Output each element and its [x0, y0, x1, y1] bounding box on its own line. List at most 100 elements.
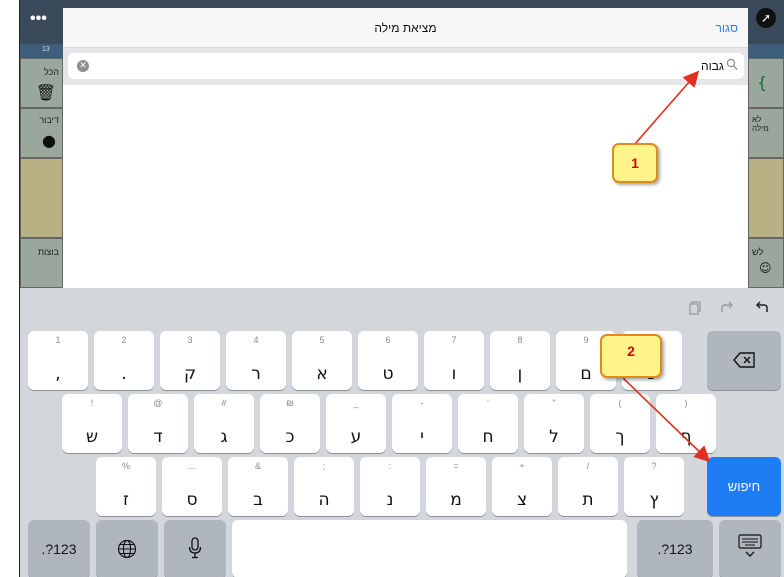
- key-hint: 7: [451, 335, 457, 345]
- numbers-key-left[interactable]: .?123: [28, 520, 90, 577]
- hide-keyboard-icon: [738, 534, 762, 557]
- key-hint: =: [453, 461, 459, 471]
- letter-key[interactable]: ) ף: [656, 394, 716, 453]
- background-cell-right-yellow: [748, 158, 784, 238]
- annotation-callout-1: 1: [612, 143, 658, 183]
- magnifier-icon: [726, 58, 738, 70]
- numbers-key-label: .?123: [657, 541, 693, 557]
- left-margin: [0, 0, 20, 577]
- background-cell-yellow: [20, 158, 63, 238]
- search-input[interactable]: ✕ גבוה: [68, 53, 744, 79]
- key-letter: ס: [186, 490, 198, 510]
- letter-key[interactable]: @ ד: [128, 394, 188, 453]
- letter-key[interactable]: & ב: [228, 457, 288, 516]
- letter-key[interactable]: (ך: [590, 394, 650, 453]
- key-letter: ו: [451, 364, 457, 384]
- modal-title: מציאת מילה: [374, 21, 437, 35]
- more-menu-icon[interactable]: •••: [30, 10, 47, 28]
- key-letter: ש: [85, 427, 99, 447]
- dictation-key[interactable]: [164, 520, 226, 577]
- bracket-icon: {: [757, 73, 768, 92]
- key-letter: מ: [450, 490, 462, 510]
- key-letter: ב: [253, 490, 263, 510]
- key-hint: #: [221, 398, 227, 408]
- redo-icon[interactable]: [717, 298, 737, 318]
- letter-key[interactable]: 4ר: [226, 331, 286, 390]
- close-button[interactable]: סגור: [716, 8, 738, 48]
- key-hint: 6: [385, 335, 391, 345]
- key-hint: &: [254, 461, 261, 471]
- key-hint: %: [121, 461, 130, 471]
- letter-key[interactable]: 8ן: [490, 331, 550, 390]
- hide-keyboard-key[interactable]: [719, 520, 781, 577]
- key-letter: ז: [123, 490, 129, 510]
- letter-key[interactable]: 3ק: [160, 331, 220, 390]
- background-cell-label: לא מילה: [752, 115, 769, 133]
- letter-key[interactable]: # ג: [194, 394, 254, 453]
- key-letter: צ: [516, 490, 528, 510]
- backspace-key[interactable]: [707, 331, 781, 390]
- key-hint: :: [388, 461, 392, 471]
- paste-icon[interactable]: [684, 298, 704, 318]
- letter-key[interactable]: ! ש: [62, 394, 122, 453]
- background-tiny-left: 13: [42, 46, 50, 53]
- key-hint: …: [187, 461, 197, 471]
- key-letter: א: [316, 364, 328, 384]
- letter-key[interactable]: / ת: [558, 457, 618, 516]
- background-cell-groups: בוצות: [20, 238, 63, 288]
- letter-key[interactable]: … ס: [162, 457, 222, 516]
- letter-key[interactable]: 7ו: [424, 331, 484, 390]
- letter-key[interactable]: ₪ כ: [260, 394, 320, 453]
- letter-key[interactable]: 2.: [94, 331, 154, 390]
- letter-key[interactable]: 6ט: [358, 331, 418, 390]
- backspace-icon: [733, 352, 755, 368]
- key-letter: ע: [350, 427, 362, 447]
- letter-key[interactable]: -י: [392, 394, 452, 453]
- search-key-label: חיפוש: [727, 479, 761, 494]
- letter-key[interactable]: = מ: [426, 457, 486, 516]
- letter-key[interactable]: + צ: [492, 457, 552, 516]
- key-letter: ל: [549, 427, 559, 447]
- key-hint: ): [684, 398, 688, 408]
- letter-key[interactable]: _ ע: [326, 394, 386, 453]
- letter-key[interactable]: " ל: [524, 394, 584, 453]
- key-hint: ?: [651, 461, 657, 471]
- undo-icon[interactable]: [752, 298, 772, 318]
- letter-key[interactable]: 5א: [292, 331, 352, 390]
- key-hint: 1: [55, 335, 61, 345]
- numbers-key-right[interactable]: .?123: [637, 520, 713, 577]
- background-cell-all: הכל 🗑: [20, 58, 63, 108]
- key-hint: @: [153, 398, 163, 408]
- key-letter: ג: [220, 427, 228, 447]
- search-key[interactable]: חיפוש: [707, 457, 781, 516]
- keyboard-shortcut-bar: [20, 288, 784, 328]
- search-input-value: גבוה: [701, 59, 724, 73]
- space-bar[interactable]: [232, 520, 627, 577]
- compass-icon[interactable]: ➚: [756, 8, 776, 28]
- results-area: [63, 85, 748, 288]
- key-letter: כ: [285, 427, 295, 447]
- letter-key[interactable]: % ז: [96, 457, 156, 516]
- letter-key[interactable]: ' ח: [458, 394, 518, 453]
- globe-key[interactable]: [96, 520, 158, 577]
- key-hint: 5: [319, 335, 325, 345]
- key-hint: (: [618, 398, 622, 408]
- background-cell-speech: דיבור ●: [20, 108, 63, 158]
- letter-key[interactable]: 1,: [28, 331, 88, 390]
- clear-icon[interactable]: ✕: [77, 60, 89, 72]
- search-bar: ✕ גבוה: [63, 48, 748, 85]
- key-letter: .: [121, 364, 127, 384]
- letter-key[interactable]: :נ: [360, 457, 420, 516]
- key-hint: _: [353, 398, 359, 408]
- key-hint: ₪: [286, 398, 294, 408]
- key-hint: !: [90, 398, 94, 408]
- key-letter: ד: [153, 427, 163, 447]
- globe-icon: [117, 539, 137, 559]
- key-letter: נ: [386, 490, 394, 510]
- key-hint: 3: [187, 335, 193, 345]
- key-hint: -: [420, 398, 424, 408]
- letter-key[interactable]: ? ץ: [624, 457, 684, 516]
- background-cell-right-2: לא מילה: [748, 108, 784, 158]
- key-letter: ץ: [649, 490, 659, 510]
- letter-key[interactable]: ; ה: [294, 457, 354, 516]
